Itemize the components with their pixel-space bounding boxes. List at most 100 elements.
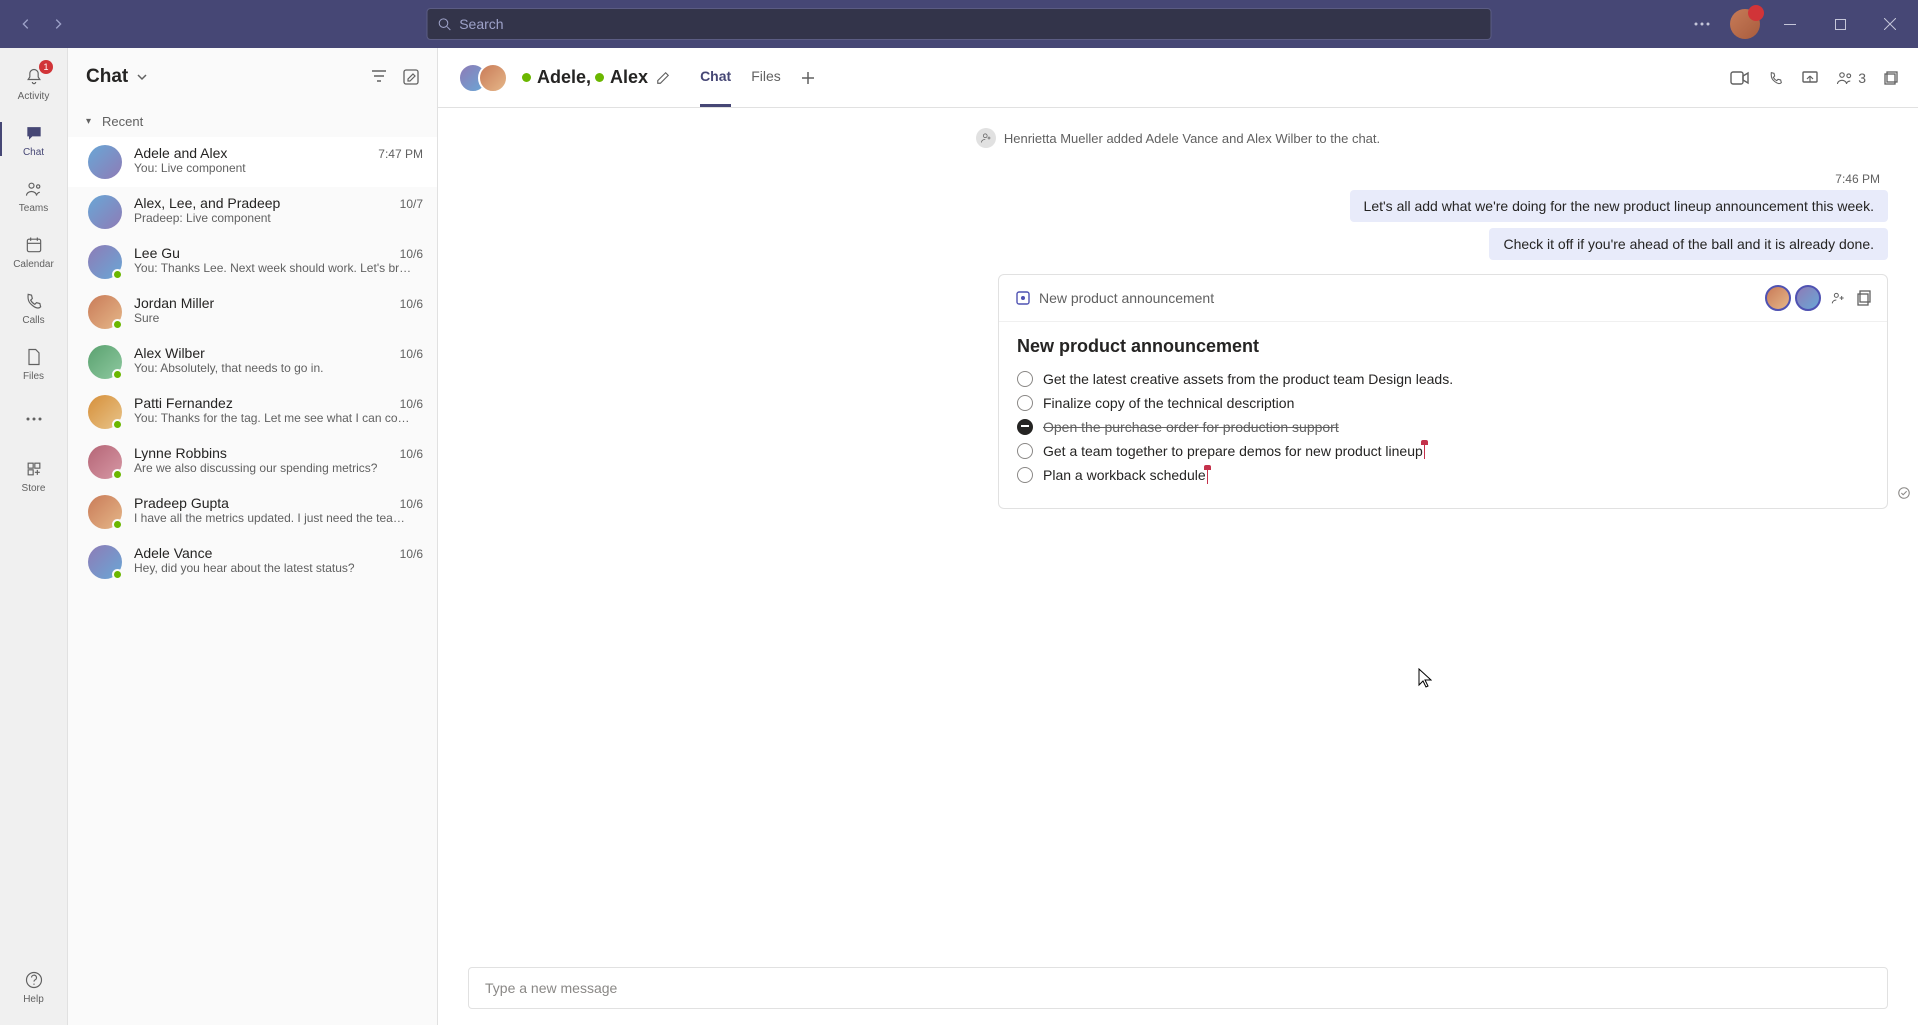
tab-chat[interactable]: Chat	[700, 48, 731, 107]
back-button[interactable]	[14, 12, 38, 36]
checklist-text[interactable]: Get the latest creative assets from the …	[1043, 371, 1453, 387]
copy-component-button[interactable]	[1857, 290, 1871, 306]
more-options[interactable]	[1684, 22, 1720, 26]
chat-list-title: Chat	[86, 66, 128, 88]
chat-main: Adele, Alex Chat Files 3	[438, 48, 1918, 1025]
maximize-button[interactable]	[1820, 9, 1860, 39]
chat-list-item[interactable]: Lee Gu 10/6 You: Thanks Lee. Next week s…	[68, 237, 437, 287]
chat-item-preview: I have all the metrics updated. I just n…	[134, 511, 423, 525]
chat-item-name: Alex Wilber	[134, 345, 205, 361]
message-group: 7:46 PM Let's all add what we're doing f…	[468, 172, 1888, 266]
message-bubble[interactable]: Let's all add what we're doing for the n…	[1350, 190, 1888, 222]
live-component-card[interactable]: New product announcement New product ann…	[998, 274, 1888, 509]
section-recent[interactable]: ▾ Recent	[68, 106, 437, 137]
participant-count-value: 3	[1858, 70, 1866, 86]
chat-list-header: Chat	[68, 48, 437, 106]
checklist-item[interactable]: Plan a workback schedule	[1017, 463, 1869, 487]
chat-list-item[interactable]: Jordan Miller 10/6 Sure	[68, 287, 437, 337]
profile-avatar[interactable]	[1730, 9, 1760, 39]
calendar-icon	[22, 233, 46, 257]
share-button[interactable]	[1802, 71, 1818, 85]
checklist-text[interactable]: Open the purchase order for production s…	[1043, 419, 1339, 435]
message-bubble[interactable]: Check it off if you're ahead of the ball…	[1489, 228, 1888, 260]
forward-button[interactable]	[46, 12, 70, 36]
chat-item-time: 10/6	[400, 347, 423, 361]
viewer-avatar[interactable]	[1765, 285, 1791, 311]
new-chat-icon[interactable]	[403, 69, 419, 85]
rail-activity[interactable]: 1 Activity	[0, 56, 67, 110]
nav-arrows	[0, 12, 84, 36]
chevron-down-icon[interactable]	[136, 71, 148, 83]
checklist-item[interactable]: Open the purchase order for production s…	[1017, 415, 1869, 439]
chat-item-name: Patti Fernandez	[134, 395, 233, 411]
share-component-button[interactable]	[1831, 291, 1847, 305]
live-heading[interactable]: New product announcement	[1017, 336, 1869, 357]
chat-list-item[interactable]: Alex Wilber 10/6 You: Absolutely, that n…	[68, 337, 437, 387]
chat-item-preview: You: Live component	[134, 161, 423, 175]
rail-label: Teams	[19, 203, 48, 214]
checkbox[interactable]	[1017, 443, 1033, 459]
rail-label: Chat	[23, 147, 44, 158]
minimize-button[interactable]	[1770, 9, 1810, 39]
tab-files[interactable]: Files	[751, 48, 781, 107]
chat-content: Henrietta Mueller added Adele Vance and …	[438, 108, 1918, 967]
avatar	[88, 445, 122, 479]
avatar	[88, 495, 122, 529]
chat-list-item[interactable]: Alex, Lee, and Pradeep 10/7 Pradeep: Liv…	[68, 187, 437, 237]
presence-dot	[112, 269, 123, 280]
filter-icon[interactable]	[371, 69, 387, 85]
close-button[interactable]	[1870, 9, 1910, 39]
rail-calendar[interactable]: Calendar	[0, 224, 67, 278]
avatar	[88, 395, 122, 429]
compose-input[interactable]: Type a new message	[468, 967, 1888, 1009]
checklist-item[interactable]: Get the latest creative assets from the …	[1017, 367, 1869, 391]
checklist-text[interactable]: Get a team together to prepare demos for…	[1043, 443, 1425, 459]
rail-chat[interactable]: Chat	[0, 112, 67, 166]
chat-item-time: 10/6	[400, 397, 423, 411]
checklist-item[interactable]: Get a team together to prepare demos for…	[1017, 439, 1869, 463]
viewer-avatar[interactable]	[1795, 285, 1821, 311]
rail-files[interactable]: Files	[0, 336, 67, 390]
popout-button[interactable]	[1884, 71, 1898, 85]
chat-list-item[interactable]: Pradeep Gupta 10/6 I have all the metric…	[68, 487, 437, 537]
rail-store[interactable]: Store	[0, 448, 67, 502]
presence-indicator	[522, 73, 531, 82]
video-call-button[interactable]	[1730, 71, 1750, 85]
rail-calls[interactable]: Calls	[0, 280, 67, 334]
checkbox[interactable]	[1017, 395, 1033, 411]
chat-list-item[interactable]: Patti Fernandez 10/6 You: Thanks for the…	[68, 387, 437, 437]
chat-item-preview: You: Thanks for the tag. Let me see what…	[134, 411, 423, 425]
edit-name-button[interactable]	[656, 71, 670, 85]
rail-label: Calendar	[13, 259, 54, 270]
checkbox[interactable]	[1017, 419, 1033, 435]
rail-more[interactable]	[0, 392, 67, 446]
section-label-text: Recent	[102, 114, 143, 129]
search-box[interactable]	[427, 8, 1492, 40]
avatar	[478, 63, 508, 93]
participants-button[interactable]: 3	[1836, 70, 1866, 86]
chat-tabs: Chat Files	[700, 48, 815, 107]
audio-call-button[interactable]	[1768, 70, 1784, 86]
checklist-text[interactable]: Plan a workback schedule	[1043, 467, 1208, 483]
chat-list-item[interactable]: Lynne Robbins 10/6 Are we also discussin…	[68, 437, 437, 487]
chat-item-name: Adele and Alex	[134, 145, 227, 161]
live-breadcrumb[interactable]: New product announcement	[1039, 290, 1214, 306]
teams-icon	[22, 177, 46, 201]
checklist-text[interactable]: Finalize copy of the technical descripti…	[1043, 395, 1294, 411]
live-card-body: New product announcement Get the latest …	[999, 322, 1887, 508]
add-tab-button[interactable]	[801, 71, 815, 85]
search-input[interactable]	[459, 16, 1480, 32]
presence-dot	[112, 319, 123, 330]
header-actions: 3	[1730, 70, 1898, 86]
chat-list-item[interactable]: Adele Vance 10/6 Hey, did you hear about…	[68, 537, 437, 587]
chat-list-item[interactable]: Adele and Alex 7:47 PM You: Live compone…	[68, 137, 437, 187]
rail-help[interactable]: Help	[0, 959, 67, 1013]
avatar	[88, 245, 122, 279]
checkbox[interactable]	[1017, 467, 1033, 483]
avatar	[88, 345, 122, 379]
rail-teams[interactable]: Teams	[0, 168, 67, 222]
checklist-item[interactable]: Finalize copy of the technical descripti…	[1017, 391, 1869, 415]
presence-dot	[112, 419, 123, 430]
presence-dot	[112, 569, 123, 580]
checkbox[interactable]	[1017, 371, 1033, 387]
